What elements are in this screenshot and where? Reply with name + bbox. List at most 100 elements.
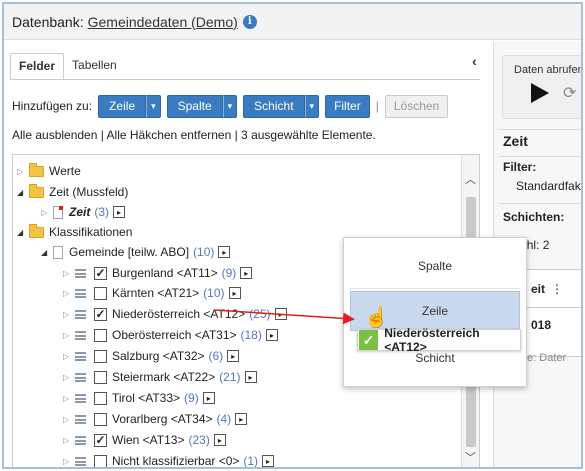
tree-label: Werte <box>49 164 81 178</box>
expand-icon[interactable]: ▷ <box>63 436 75 445</box>
drag-handle-icon[interactable] <box>75 288 86 298</box>
drag-handle-icon[interactable] <box>75 330 86 340</box>
checkbox[interactable]: ✓ <box>94 307 107 321</box>
tabs-divider <box>10 79 480 80</box>
collapse-icon[interactable]: ◢ <box>17 188 29 197</box>
tree-item-row[interactable]: ▷ ✓ Niederösterreich <AT12> (25) ▸ <box>63 305 287 323</box>
tree-item-row[interactable]: ▷ Salzburg <AT32> (6) ▸ <box>63 347 240 365</box>
tree-item-row[interactable]: ▷ Vorarlberg <AT34> (4) ▸ <box>63 410 248 428</box>
tree-label: Tirol <AT33> <box>112 391 181 405</box>
chevron-down-icon[interactable]: ▾ <box>146 94 161 118</box>
drag-handle-icon[interactable] <box>75 351 86 361</box>
check-icon: ✓ <box>359 330 379 350</box>
checkbox[interactable] <box>94 349 107 363</box>
tree-item-row[interactable]: ▷ Tirol <AT33> (9) ▸ <box>63 389 215 407</box>
tree-actions[interactable]: Alle ausblenden | Alle Häkchen entfernen… <box>12 128 376 142</box>
play-icon[interactable]: ▸ <box>262 455 275 467</box>
drag-handle-icon[interactable] <box>75 268 86 278</box>
play-icon[interactable]: ▸ <box>235 413 248 425</box>
tree-node-werte[interactable]: ▷ Werte <box>17 162 81 180</box>
tree-item-row[interactable]: ▷ Kärnten <AT21> (10) ▸ <box>63 284 241 302</box>
drag-handle-icon[interactable] <box>75 456 86 466</box>
play-icon[interactable]: ▸ <box>265 329 278 341</box>
drag-handle-icon[interactable] <box>75 414 86 424</box>
tree-node-zeit[interactable]: ▷ Zeit (3) ▸ <box>41 203 126 221</box>
refresh-icon[interactable]: ⟳ <box>563 83 576 103</box>
chevron-down-icon[interactable]: ▾ <box>304 94 320 118</box>
play-icon[interactable]: ▸ <box>218 246 231 258</box>
collapse-icon[interactable]: ◢ <box>17 228 29 237</box>
checkbox[interactable] <box>94 391 107 405</box>
document-icon <box>53 245 63 259</box>
expand-icon[interactable]: ▷ <box>63 394 75 403</box>
checkbox[interactable]: ✓ <box>94 433 107 447</box>
title-label: Datenbank: <box>12 13 84 30</box>
expand-icon[interactable]: ▷ <box>63 373 75 382</box>
tab-tabellen[interactable]: Tabellen <box>64 53 125 79</box>
add-layer-button[interactable]: Schicht <box>243 94 305 118</box>
add-row-button[interactable]: Zeile <box>98 94 147 118</box>
play-icon[interactable]: ▸ <box>244 371 257 383</box>
item-count: (9) <box>184 391 199 405</box>
add-column-button[interactable]: Spalte <box>166 94 223 118</box>
folder-icon <box>29 223 44 238</box>
column-menu-icon[interactable]: ⋮ <box>551 282 563 296</box>
tree-item-row[interactable]: ▷ Oberösterreich <AT31> (18) ▸ <box>63 326 278 344</box>
item-count: (9) <box>221 266 237 280</box>
checkbox[interactable] <box>94 328 107 342</box>
info-icon[interactable]: i <box>242 14 257 29</box>
database-link[interactable]: Gemeindedaten (Demo) <box>88 14 238 30</box>
expand-icon[interactable]: ▷ <box>17 167 29 176</box>
play-icon[interactable]: ▸ <box>202 392 215 404</box>
play-icon[interactable]: ▸ <box>113 206 126 218</box>
checkbox[interactable] <box>94 412 107 426</box>
item-count: (21) <box>219 370 241 384</box>
checkbox[interactable]: ✓ <box>94 266 107 280</box>
expand-icon[interactable]: ▷ <box>63 331 75 340</box>
tree-item-row[interactable]: ▷ ✓ Burgenland <AT11> (9) ▸ <box>63 264 253 282</box>
tree-node-gemeinde[interactable]: ◢ Gemeinde [teilw. ABO] (10) ▸ <box>41 243 231 261</box>
filter-button[interactable]: Filter <box>325 94 370 118</box>
app-frame: Datenbank: Gemeindedaten (Demo) i Felder… <box>2 2 583 469</box>
play-icon[interactable]: ▸ <box>227 350 240 362</box>
expand-icon[interactable]: ▷ <box>63 457 75 466</box>
scroll-up-icon[interactable]: ︿ <box>465 171 476 187</box>
expand-icon[interactable]: ▷ <box>63 289 75 298</box>
filter-value: Standardfakt <box>516 179 583 193</box>
tree-node-zeit-folder[interactable]: ◢ Zeit (Mussfeld) <box>17 183 128 201</box>
play-icon[interactable] <box>531 83 549 103</box>
play-icon[interactable]: ▸ <box>213 434 226 446</box>
tree-label: Kärnten <AT21> <box>112 286 200 300</box>
drag-handle-icon[interactable] <box>75 435 86 445</box>
play-icon[interactable]: ▸ <box>240 267 253 279</box>
expand-icon[interactable]: ▷ <box>63 310 75 319</box>
collapse-icon[interactable]: ◢ <box>41 248 53 257</box>
tree-label: Niederösterreich <AT12> <box>112 307 246 321</box>
drop-target-column[interactable]: Spalte <box>350 246 520 286</box>
chevron-down-icon[interactable]: ▾ <box>222 94 238 118</box>
expand-icon[interactable]: ▷ <box>63 415 75 424</box>
checkbox[interactable] <box>94 454 107 467</box>
document-icon <box>53 205 63 219</box>
values-folder-icon <box>29 162 44 177</box>
divider <box>499 156 581 157</box>
tree-item-row[interactable]: ▷ ✓ Wien <AT13> (23) ▸ <box>63 431 226 449</box>
scroll-down-icon[interactable]: ﹀ <box>465 449 476 465</box>
play-icon[interactable]: ▸ <box>274 308 287 320</box>
delete-button[interactable]: Löschen <box>384 94 449 118</box>
drag-label: Niederösterreich <AT12> <box>384 326 480 354</box>
drag-handle-icon[interactable] <box>75 309 86 319</box>
tree-node-klassifikationen[interactable]: ◢ Klassifikationen <box>17 223 132 241</box>
drag-handle-icon[interactable] <box>75 393 86 403</box>
collapse-panel-icon[interactable]: ‹ <box>472 53 477 69</box>
checkbox[interactable] <box>94 286 107 300</box>
tree-item-row[interactable]: ▷ Steiermark <AT22> (21) ▸ <box>63 368 257 386</box>
drag-handle-icon[interactable] <box>75 372 86 382</box>
expand-icon[interactable]: ▷ <box>63 352 75 361</box>
checkbox[interactable] <box>94 370 107 384</box>
tree-item-row[interactable]: ▷ Nicht klassifizierbar <0> (1) ▸ <box>63 452 275 467</box>
expand-icon[interactable]: ▷ <box>41 208 53 217</box>
expand-icon[interactable]: ▷ <box>63 269 75 278</box>
play-icon[interactable]: ▸ <box>228 287 241 299</box>
tab-felder[interactable]: Felder <box>10 53 65 79</box>
